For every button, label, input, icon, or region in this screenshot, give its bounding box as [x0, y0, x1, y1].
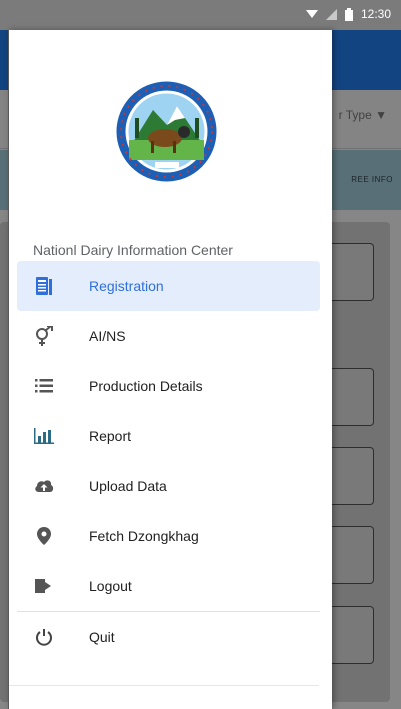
registration-icon — [34, 276, 54, 296]
gender-icon — [34, 326, 54, 346]
status-bar: 12:30 — [0, 0, 401, 30]
menu-item-quit[interactable]: Quit — [17, 612, 320, 662]
menu-item-ai-ns[interactable]: AI/NS — [17, 311, 320, 361]
menu-item-label: Fetch Dzongkhag — [89, 528, 199, 544]
power-icon — [34, 627, 54, 647]
menu-item-fetch-dzongkhag[interactable]: Fetch Dzongkhag — [17, 511, 320, 561]
logout-icon — [34, 576, 54, 596]
cloud-upload-icon — [34, 476, 54, 496]
bar-chart-icon — [34, 426, 54, 446]
menu-item-label: Registration — [89, 278, 164, 294]
menu-item-upload-data[interactable]: Upload Data — [17, 461, 320, 511]
status-time: 12:30 — [360, 7, 391, 21]
menu-item-label: AI/NS — [89, 328, 126, 344]
menu-item-logout[interactable]: Logout — [17, 561, 320, 611]
menu-item-registration[interactable]: Registration — [17, 261, 320, 311]
org-logo — [115, 80, 218, 183]
list-icon — [34, 376, 54, 396]
menu-item-report[interactable]: Report — [17, 411, 320, 461]
battery-icon — [344, 7, 353, 21]
org-name: Nationl Dairy Information Center — [33, 242, 233, 258]
menu-item-production-details[interactable]: Production Details — [17, 361, 320, 411]
signal-icon — [325, 8, 337, 20]
drawer-bottom-divider — [9, 685, 319, 686]
menu-item-label: Quit — [89, 629, 115, 645]
menu-item-label: Production Details — [89, 378, 203, 394]
drawer-menu: Registration AI/NS Production Details Re… — [17, 261, 320, 662]
app-frame: r Type ▼ REE INFO 12:30 Nationl Dairy In… — [0, 0, 401, 709]
navigation-drawer: Nationl Dairy Information Center Registr… — [8, 30, 332, 709]
menu-item-label: Logout — [89, 578, 132, 594]
menu-item-label: Report — [89, 428, 132, 444]
wifi-icon — [305, 9, 318, 19]
menu-item-label: Upload Data — [89, 478, 167, 494]
location-pin-icon — [34, 526, 54, 546]
